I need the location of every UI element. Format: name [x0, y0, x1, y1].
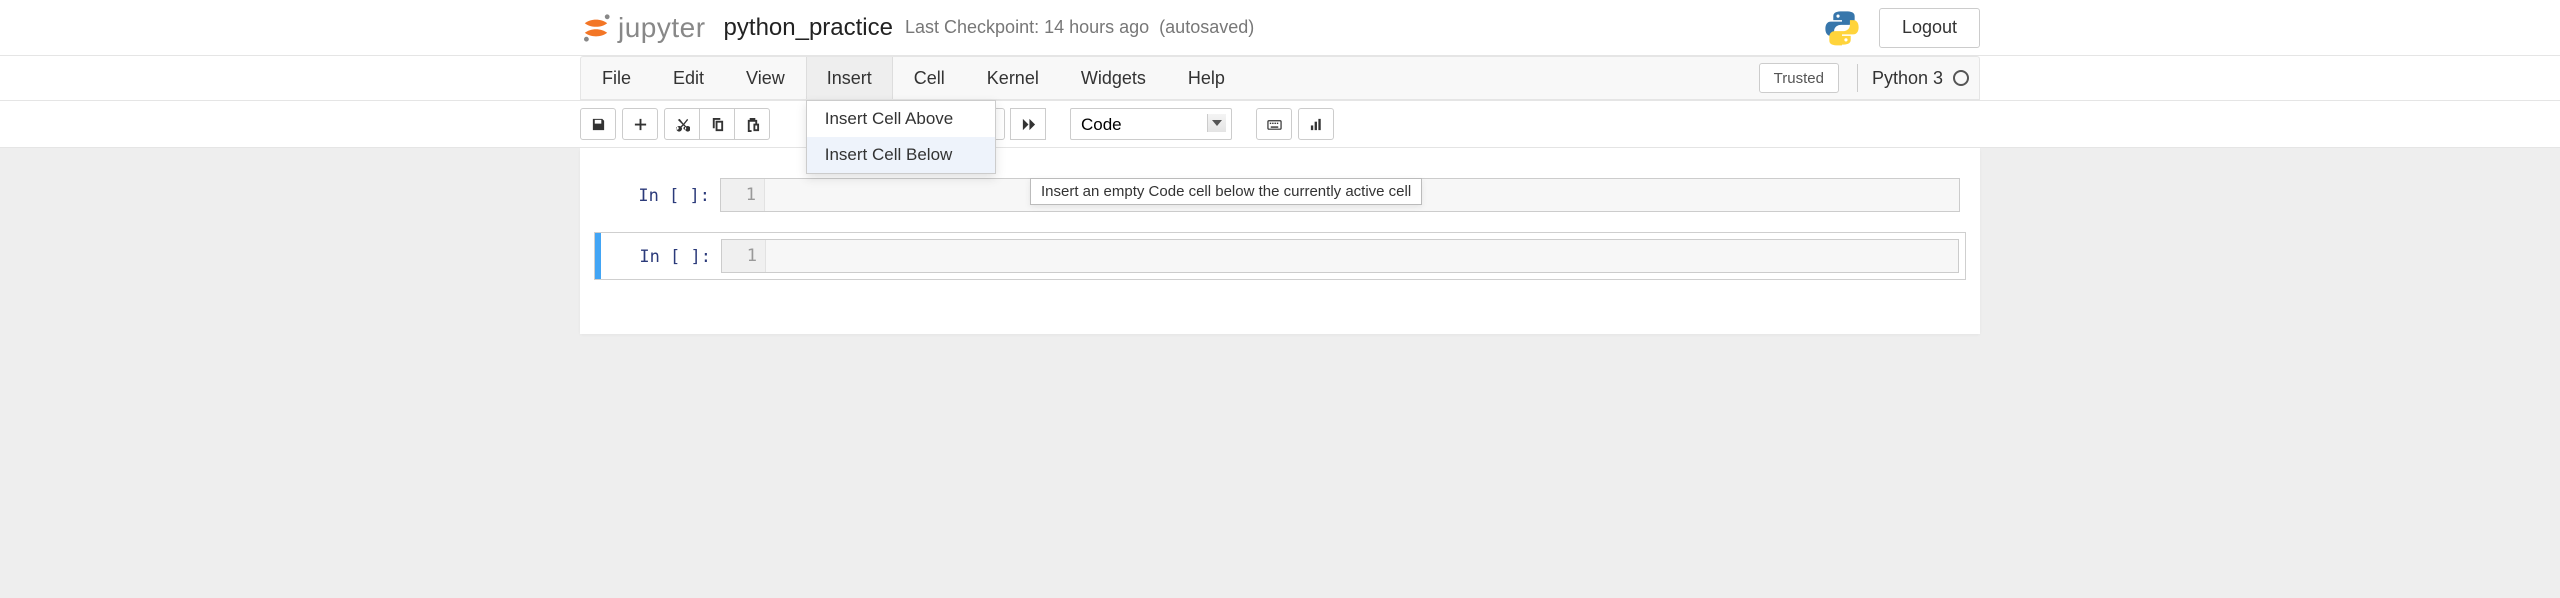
trusted-button[interactable]: Trusted — [1759, 63, 1839, 93]
line-number: 1 — [721, 179, 765, 211]
logout-button[interactable]: Logout — [1879, 8, 1980, 48]
python-icon — [1823, 9, 1861, 47]
paste-icon — [745, 117, 760, 132]
scissors-icon — [675, 117, 690, 132]
menubar-container: FileEditViewInsertInsert Cell AboveInser… — [0, 56, 2560, 101]
menu-cell[interactable]: Cell — [893, 57, 966, 99]
copy-icon — [710, 117, 725, 132]
dropdown-item-insert-cell-below[interactable]: Insert Cell Below — [807, 137, 995, 173]
jupyter-planet-icon — [580, 12, 612, 44]
header: jupyter python_practice Last Checkpoint:… — [0, 0, 2560, 56]
command-palette-button[interactable] — [1256, 108, 1292, 140]
tooltip: Insert an empty Code cell below the curr… — [1030, 178, 1422, 205]
menu-help[interactable]: Help — [1167, 57, 1246, 99]
checkpoint-text: Last Checkpoint: 14 hours ago — [905, 17, 1149, 38]
menu-widgets[interactable]: Widgets — [1060, 57, 1167, 99]
menubar: FileEditViewInsertInsert Cell AboveInser… — [580, 56, 1980, 100]
copy-button[interactable] — [699, 108, 735, 140]
celltype-select[interactable]: CodeMarkdownRaw NBConvertHeading — [1070, 108, 1232, 140]
plus-icon — [633, 117, 648, 132]
cut-button[interactable] — [664, 108, 700, 140]
cell-prompt: In [ ]: — [601, 239, 721, 273]
bar-chart-icon — [1309, 117, 1324, 132]
notebook: In [ ]:1In [ ]:1 — [580, 148, 1980, 334]
restart-run-all-button[interactable] — [1010, 108, 1046, 140]
menu-view[interactable]: View — [725, 57, 806, 99]
jupyter-logo[interactable]: jupyter — [580, 12, 706, 44]
dropdown-item-insert-cell-above[interactable]: Insert Cell Above — [807, 101, 995, 137]
autosaved-text: (autosaved) — [1159, 17, 1254, 38]
cell-input-area[interactable]: 1 — [721, 239, 1959, 273]
menu-edit[interactable]: Edit — [652, 57, 725, 99]
cell-prompt: In [ ]: — [600, 178, 720, 212]
kernel-status-icon — [1953, 70, 1969, 86]
menu-file[interactable]: File — [581, 57, 652, 99]
fast-forward-icon — [1021, 117, 1036, 132]
line-number: 1 — [722, 240, 766, 272]
menu-insert[interactable]: Insert — [806, 57, 893, 99]
toolbar-container: CodeMarkdownRaw NBConvertHeading Insert … — [0, 101, 2560, 148]
keyboard-icon — [1267, 117, 1282, 132]
add-cell-button[interactable] — [622, 108, 658, 140]
kernel-name: Python 3 — [1872, 68, 1943, 89]
code-editor[interactable] — [766, 240, 1958, 272]
paste-button[interactable] — [734, 108, 770, 140]
celltype-select-wrap[interactable]: CodeMarkdownRaw NBConvertHeading — [1070, 108, 1232, 140]
save-button[interactable] — [580, 108, 616, 140]
kernel-indicator[interactable]: Python 3 — [1857, 64, 1969, 92]
save-icon — [591, 117, 606, 132]
cell-toolbar-button[interactable] — [1298, 108, 1334, 140]
insert-dropdown: Insert Cell AboveInsert Cell Below — [806, 100, 996, 174]
menu-kernel[interactable]: Kernel — [966, 57, 1060, 99]
notebook-name[interactable]: python_practice — [724, 14, 893, 42]
jupyter-logo-text: jupyter — [618, 12, 706, 44]
code-cell[interactable]: In [ ]:1 — [594, 232, 1966, 280]
toolbar: CodeMarkdownRaw NBConvertHeading Insert … — [580, 101, 1980, 147]
